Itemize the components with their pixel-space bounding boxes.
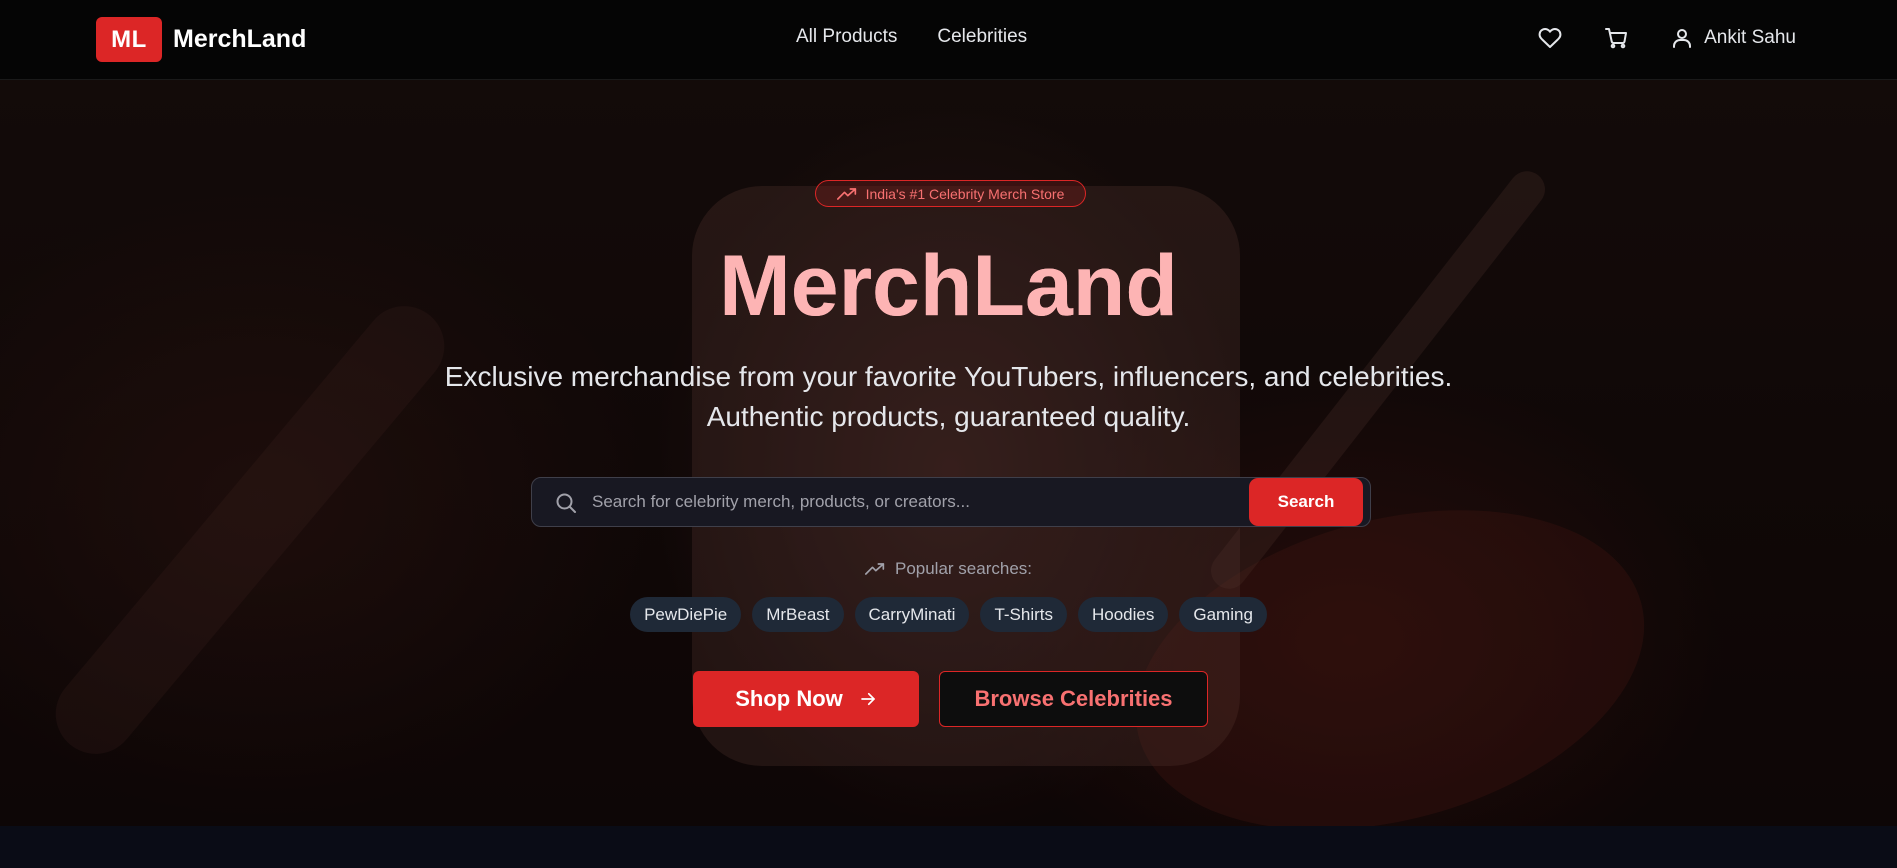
hero-subtitle-line: Authentic products, guaranteed quality.	[706, 401, 1191, 432]
search-bar: Search	[531, 477, 1371, 527]
hero-section: India's #1 Celebrity Merch Store MerchLa…	[0, 80, 1897, 826]
logo-name: MerchLand	[173, 25, 307, 53]
popular-searches-label: Popular searches:	[0, 559, 1897, 579]
user-menu[interactable]: Ankit Sahu	[1668, 24, 1796, 52]
search-button[interactable]: Search	[1249, 478, 1363, 526]
hero-badge: India's #1 Celebrity Merch Store	[815, 180, 1086, 207]
wishlist-button[interactable]	[1536, 24, 1564, 52]
hero-title: MerchLand	[0, 236, 1897, 336]
logo-badge: ML	[96, 17, 162, 62]
arrow-right-icon	[860, 692, 875, 706]
logo[interactable]: ML MerchLand	[96, 17, 306, 62]
trending-up-icon	[836, 187, 856, 200]
hero-cta-row: Shop Now Browse Celebrities	[693, 671, 1208, 727]
popular-tag[interactable]: Gaming	[1179, 597, 1267, 632]
navbar: ML MerchLand All Products Celebrities An…	[0, 0, 1897, 80]
popular-tag[interactable]: Hoodies	[1078, 597, 1169, 632]
cart-button[interactable]	[1602, 24, 1630, 52]
nav-link-all-products[interactable]: All Products	[796, 26, 897, 48]
popular-tags: PewDiePie MrBeast CarryMinati T-Shirts H…	[0, 597, 1897, 632]
cart-icon	[1605, 28, 1628, 49]
heart-icon	[1538, 28, 1562, 48]
browse-celebrities-button[interactable]: Browse Celebrities	[939, 671, 1208, 727]
user-name: Ankit Sahu	[1704, 27, 1796, 48]
nav-actions: Ankit Sahu	[1536, 24, 1796, 52]
hero-subtitle: Exclusive merchandise from your favorite…	[0, 357, 1897, 437]
search-input[interactable]	[592, 478, 1272, 526]
main-nav: All Products Celebrities	[796, 26, 1027, 48]
popular-tag[interactable]: T-Shirts	[980, 597, 1067, 632]
hero-badge-text: India's #1 Celebrity Merch Store	[865, 185, 1065, 202]
next-section-edge	[0, 826, 1897, 868]
popular-searches-text: Popular searches:	[894, 559, 1033, 578]
popular-tag[interactable]: MrBeast	[752, 597, 844, 632]
user-icon	[1668, 24, 1696, 52]
popular-tag[interactable]: PewDiePie	[630, 597, 742, 632]
nav-link-celebrities[interactable]: Celebrities	[937, 26, 1027, 48]
shop-now-button[interactable]: Shop Now	[693, 671, 919, 727]
trending-up-icon	[864, 563, 885, 575]
search-icon	[556, 493, 576, 513]
hero-subtitle-line: Exclusive merchandise from your favorite…	[444, 361, 1453, 392]
popular-tag[interactable]: CarryMinati	[854, 597, 970, 632]
shop-now-label: Shop Now	[735, 686, 843, 711]
